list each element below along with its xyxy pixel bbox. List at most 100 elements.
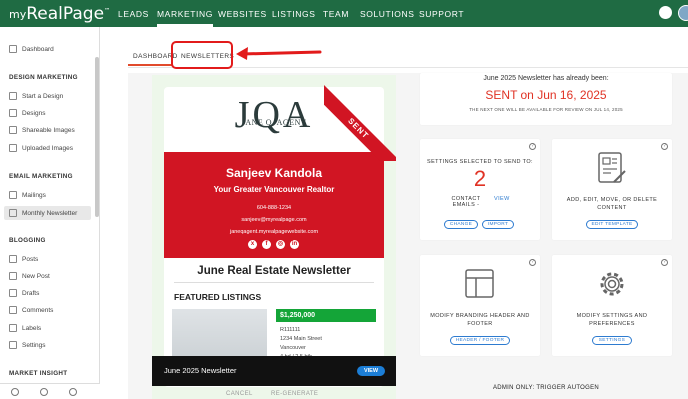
image-icon (9, 126, 17, 134)
sidebar-item-label: Posts (22, 255, 39, 263)
newsletter-preview: JQA JANE Q. AGENT Sanjeev Kandola Your G… (152, 75, 396, 399)
edit-template-button[interactable]: EDIT TEMPLATE (586, 220, 638, 229)
contact-emails-label: CONTACT EMAILS - (451, 196, 481, 208)
sidebar-item-uploaded-images[interactable]: Uploaded Images (9, 144, 73, 152)
help-icon[interactable]: ? (661, 259, 668, 266)
change-button[interactable]: CHANGE (444, 220, 478, 229)
agent-phone: 604-888-1234 (256, 205, 292, 211)
newsletters-tab-highlight (171, 41, 233, 69)
sidebar-item-posts[interactable]: Posts (9, 255, 38, 263)
plus-icon (9, 272, 17, 280)
chat-icon[interactable] (69, 388, 77, 396)
sidebar-item-labels[interactable]: Labels (9, 324, 41, 332)
top-nav: myRealPage™ LEADS MARKETING WEBSITES LIS… (0, 0, 688, 27)
tag-icon (9, 324, 17, 332)
sent-date: SENT on Jun 16, 2025 (485, 88, 607, 102)
sidebar-item-comments[interactable]: Comments (9, 306, 53, 314)
sidebar-item-label: Uploaded Images (22, 144, 73, 152)
sidebar-bottom-bar (0, 383, 100, 399)
sidebar-item-settings[interactable]: Settings (9, 341, 46, 349)
settings-button[interactable]: SETTINGS (592, 336, 632, 345)
logo-prefix: my (9, 8, 27, 21)
myrealpage-logo[interactable]: myRealPage™ (9, 4, 110, 24)
import-button[interactable]: IMPORT (482, 220, 514, 229)
header-footer-button[interactable]: HEADER / FOOTER (450, 336, 510, 345)
nav-marketing[interactable]: MARKETING (157, 9, 213, 27)
sidebar: Dashboard DESIGN MARKETING Start a Desig… (0, 27, 100, 399)
settings-label-line2: PREFERENCES (589, 321, 635, 327)
layout-icon (465, 269, 494, 298)
bell-icon[interactable] (659, 6, 672, 19)
globe-icon[interactable] (40, 388, 48, 396)
home-icon[interactable] (11, 388, 19, 396)
image-icon (9, 109, 17, 117)
branding-label-line1: MODIFY BRANDING HEADER AND (430, 313, 530, 319)
preview-bar: June 2025 Newsletter VIEW (152, 356, 396, 386)
preview-bar-label: June 2025 Newsletter (164, 366, 237, 375)
agent-email: sanjeev@myrealpage.com (241, 217, 307, 223)
sent-ribbon-wrap: SENT (324, 75, 396, 161)
sidebar-item-designs[interactable]: Designs (9, 109, 45, 117)
nav-support[interactable]: SUPPORT (419, 9, 464, 19)
status-notice: June 2025 Newsletter has already been: (483, 75, 609, 82)
nav-solutions[interactable]: SOLUTIONS (360, 9, 415, 19)
sidebar-item-monthly-newsletter[interactable]: Monthly Newsletter (9, 209, 77, 217)
nav-websites[interactable]: WEBSITES (218, 9, 267, 19)
sidebar-item-dashboard[interactable]: Dashboard (9, 45, 54, 53)
listing-mls: R111111 (280, 327, 301, 333)
sidebar-item-mailings[interactable]: Mailings (9, 191, 46, 199)
logo-text: RealPage (26, 4, 105, 24)
comment-icon (9, 306, 17, 314)
listing-city: Vancouver (280, 345, 306, 351)
featured-heading: FEATURED LISTINGS (174, 292, 262, 302)
avatar[interactable] (678, 5, 688, 21)
help-icon[interactable]: ? (529, 259, 536, 266)
divider (174, 282, 374, 283)
sidebar-scrollbar[interactable] (95, 57, 99, 217)
instagram-icon: ◎ (276, 240, 285, 249)
gear-icon (600, 272, 624, 296)
admin-autogen-label[interactable]: ADMIN ONLY: TRIGGER AUTOGEN (420, 385, 672, 391)
nav-listings[interactable]: LISTINGS (272, 9, 316, 19)
view-button[interactable]: VIEW (357, 366, 385, 376)
view-contacts-link[interactable]: VIEW (494, 196, 524, 202)
sidebar-item-new-post[interactable]: New Post (9, 272, 50, 280)
facebook-icon: f (262, 240, 271, 249)
sidebar-item-label: Drafts (22, 289, 40, 297)
agent-banner: Sanjeev Kandola Your Greater Vancouver R… (164, 152, 384, 258)
linkedin-icon: in (290, 240, 299, 249)
sent-ribbon: SENT (324, 85, 396, 161)
content-label-line2: CONTENT (597, 205, 627, 211)
social-icons: x f ◎ in (248, 240, 299, 249)
newsletter-icon (9, 209, 17, 217)
sidebar-item-label: Monthly Newsletter (22, 209, 78, 217)
active-tab-indicator (128, 64, 173, 66)
sidebar-item-shareable-images[interactable]: Shareable Images (9, 126, 75, 134)
dashboard-icon (9, 45, 17, 53)
agent-name: Sanjeev Kandola (225, 166, 323, 180)
cancel-link[interactable]: CANCEL (226, 391, 253, 397)
sidebar-item-label: Shareable Images (22, 126, 75, 134)
help-icon[interactable]: ? (661, 143, 668, 150)
listing-price: $1,250,000 (276, 309, 376, 322)
sidebar-item-label: Mailings (22, 191, 46, 199)
nav-leads[interactable]: LEADS (118, 9, 149, 19)
agent-tagline: Your Greater Vancouver Realtor (213, 185, 335, 194)
next-availability: THE NEXT ONE WILL BE AVAILABLE FOR REVIE… (469, 107, 623, 112)
sidebar-item-label: New Post (22, 272, 50, 280)
sidebar-item-label: Designs (22, 109, 46, 117)
sidebar-item-label: Start a Design (22, 92, 64, 100)
sidebar-item-drafts[interactable]: Drafts (9, 289, 39, 297)
help-icon[interactable]: ? (529, 143, 536, 150)
content-label-line1: ADD, EDIT, MOVE, OR DELETE (566, 197, 658, 203)
logo-tm: ™ (104, 7, 111, 15)
sidebar-item-label: Settings (22, 341, 46, 349)
nav-team[interactable]: TEAM (323, 9, 349, 19)
sidebar-heading-design: DESIGN MARKETING (9, 74, 78, 81)
at-icon (9, 191, 17, 199)
sidebar-item-start-design[interactable]: Start a Design (9, 92, 63, 100)
sidebar-heading-blogging: BLOGGING (9, 237, 46, 244)
annotation-arrow-icon (236, 47, 322, 60)
regenerate-link[interactable]: RE-GENERATE (271, 391, 318, 397)
sidebar-heading-market: MARKET INSIGHT (9, 370, 68, 377)
